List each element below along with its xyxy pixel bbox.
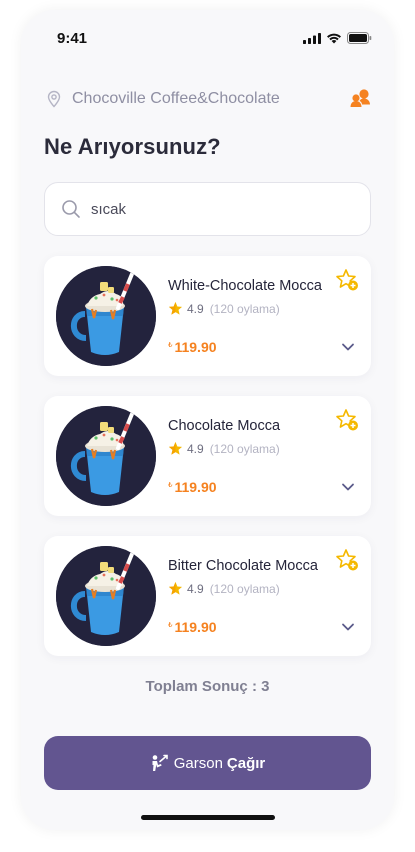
battery-icon: [347, 32, 372, 44]
star-icon: [168, 581, 183, 595]
phone-frame: 9:41 Chocoville Coffee&Chocolate Ne Arıy…: [21, 10, 394, 830]
product-name: White-Chocolate Mocca: [168, 278, 322, 294]
currency-symbol: ₺: [168, 622, 173, 629]
product-image: [56, 266, 156, 366]
chevron-down-icon[interactable]: [341, 340, 355, 354]
price-row: ₺ 119.90: [168, 339, 217, 355]
product-card-3[interactable]: Bitter Chocolate Mocca 4.9 (120 oylama) …: [44, 536, 371, 656]
product-price: 119.90: [174, 479, 217, 495]
rating-value: 4.9: [187, 581, 204, 596]
home-indicator[interactable]: [141, 815, 275, 820]
price-row: ₺ 119.90: [168, 479, 217, 495]
mocca-cup-illustration: [56, 546, 156, 646]
product-price: 119.90: [174, 339, 217, 355]
product-name: Bitter Chocolate Mocca: [168, 558, 318, 574]
location-pin-icon: [47, 90, 61, 108]
rating-value: 4.9: [187, 441, 204, 456]
search-bar[interactable]: [44, 182, 371, 236]
mocca-cup-illustration: [56, 406, 156, 506]
rating-row: 4.9 (120 oylama): [168, 581, 280, 596]
users-icon[interactable]: [349, 88, 371, 110]
status-bar: 9:41: [21, 10, 394, 54]
add-favorite-star-icon[interactable]: [335, 548, 359, 572]
mocca-cup-illustration: [56, 266, 156, 366]
total-results: Toplam Sonuç : 3: [145, 678, 270, 695]
add-favorite-star-icon[interactable]: [335, 408, 359, 432]
product-card-2[interactable]: Chocolate Mocca 4.9 (120 oylama) ₺ 119.9…: [44, 396, 371, 516]
rating-count: (120 oylama): [209, 581, 280, 596]
call-waiter-button[interactable]: Garson Çağır: [44, 736, 371, 790]
status-icons: [303, 32, 372, 44]
wifi-icon: [327, 33, 341, 43]
search-input[interactable]: [91, 200, 321, 218]
rating-count: (120 oylama): [209, 441, 280, 456]
product-name: Chocolate Mocca: [168, 418, 281, 434]
call-waiter-label-bold: Çağır: [226, 754, 266, 772]
waiter-icon: [152, 754, 168, 771]
location-row[interactable]: Chocoville Coffee&Chocolate: [45, 86, 371, 112]
product-card-1[interactable]: White-Chocolate Mocca 4.9 (120 oylama) ₺…: [44, 256, 371, 376]
product-image: [56, 406, 156, 506]
price-row: ₺ 119.90: [168, 619, 217, 635]
product-image: [56, 546, 156, 646]
add-favorite-star-icon[interactable]: [335, 268, 359, 292]
call-waiter-label: Garson: [173, 754, 223, 772]
rating-count: (120 oylama): [209, 301, 280, 316]
star-icon: [168, 301, 183, 315]
rating-row: 4.9 (120 oylama): [168, 301, 280, 316]
chevron-down-icon[interactable]: [341, 480, 355, 494]
page-title: Ne Arıyorsunuz?: [44, 134, 221, 159]
currency-symbol: ₺: [168, 342, 173, 349]
currency-symbol: ₺: [168, 482, 173, 489]
rating-value: 4.9: [187, 301, 204, 316]
rating-row: 4.9 (120 oylama): [168, 441, 280, 456]
product-price: 119.90: [174, 619, 217, 635]
signal-icon: [303, 32, 321, 44]
chevron-down-icon[interactable]: [341, 620, 355, 634]
search-icon: [62, 200, 80, 218]
location-name: Chocoville Coffee&Chocolate: [72, 90, 280, 107]
status-time: 9:41: [57, 30, 88, 47]
star-icon: [168, 441, 183, 455]
